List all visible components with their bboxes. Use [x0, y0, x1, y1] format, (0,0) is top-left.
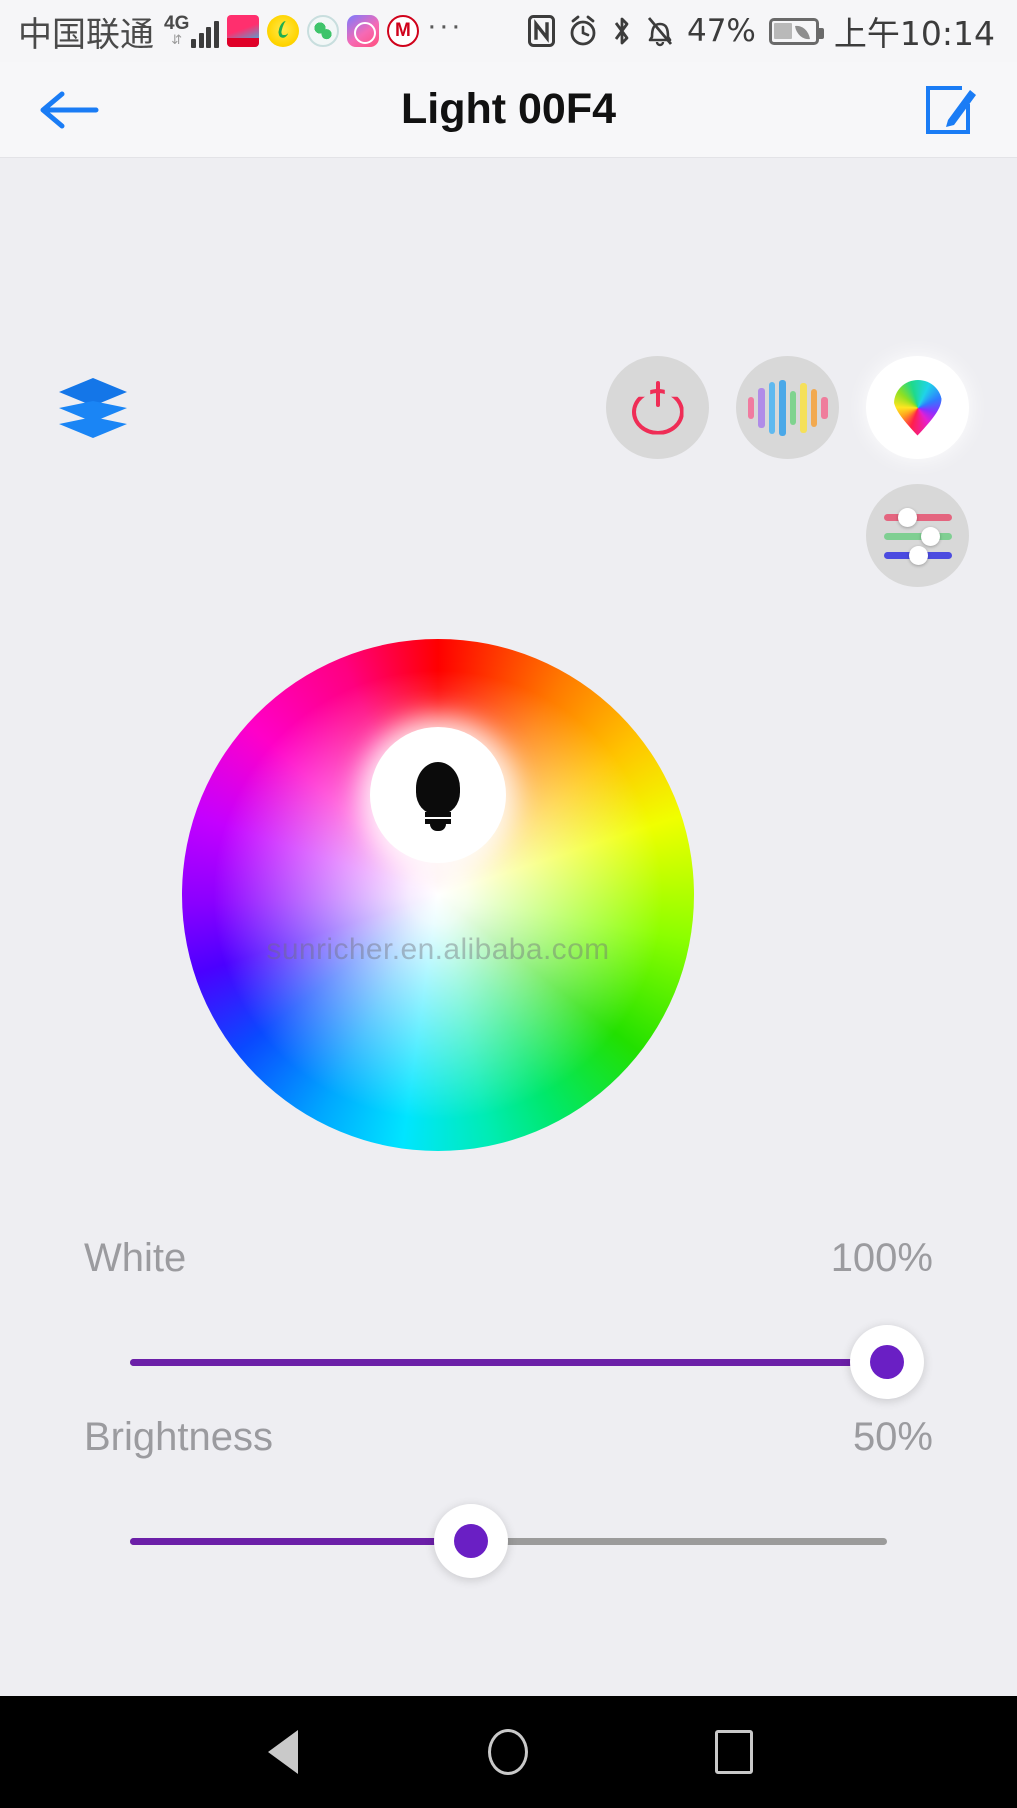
white-slider-block: White 100%	[0, 1236, 1017, 1399]
color-droplet-icon	[894, 380, 942, 436]
white-slider-header: White 100%	[0, 1236, 1017, 1281]
signal-bars-icon	[191, 18, 219, 48]
browser-app-icon	[306, 15, 339, 47]
edit-button[interactable]	[913, 75, 983, 145]
nav-home-button[interactable]	[468, 1712, 548, 1792]
battery-percent: 47%	[686, 13, 756, 49]
light-control-screen: 中国联通 4G ⇵ ···	[0, 0, 1017, 1808]
nav-recents-button[interactable]	[694, 1712, 774, 1792]
brightness-slider-block: Brightness 50%	[0, 1415, 1017, 1578]
music-mode-button[interactable]	[736, 356, 839, 459]
brightness-slider-header: Brightness 50%	[0, 1415, 1017, 1460]
network-traffic-arrows: ⇵	[171, 32, 183, 48]
white-slider-label: White	[84, 1236, 187, 1280]
nav-back-triangle-icon	[267, 1730, 298, 1774]
bluetooth-icon	[611, 15, 633, 47]
brightness-slider-label: Brightness	[84, 1415, 273, 1459]
page-title: Light 00F4	[400, 85, 617, 133]
layers-icon[interactable]	[57, 377, 129, 439]
video-app-icon	[226, 15, 259, 47]
clock-app-icon	[346, 15, 379, 47]
alarm-icon	[568, 15, 598, 47]
overflow-dots-icon: ···	[426, 9, 463, 42]
android-nav-bar	[0, 1696, 1017, 1808]
brightness-slider-fill	[130, 1537, 471, 1545]
silent-mode-icon	[646, 15, 674, 47]
nfc-icon	[527, 15, 555, 47]
power-saving-leaf-icon	[794, 23, 810, 41]
color-wheel-selector[interactable]	[370, 727, 506, 864]
status-bar-right: 47% 上午10:14	[527, 7, 995, 55]
white-slider-fill	[130, 1358, 887, 1366]
status-bar-clock: 上午10:14	[833, 14, 995, 53]
brightness-slider-knob[interactable]	[433, 1504, 508, 1578]
back-button[interactable]	[34, 75, 104, 145]
color-wheel-gradient[interactable]	[182, 639, 694, 1151]
color-mode-button[interactable]	[866, 356, 969, 459]
brightness-slider[interactable]	[130, 1504, 887, 1578]
back-arrow-icon	[40, 91, 99, 128]
network-indicator: 4G ⇵	[164, 14, 219, 48]
network-type-label: 4G ⇵	[164, 14, 189, 47]
brightness-slider-value: 50%	[852, 1415, 933, 1459]
status-bar: 中国联通 4G ⇵ ···	[0, 0, 1017, 62]
white-slider-value: 100%	[830, 1236, 933, 1280]
white-slider[interactable]	[130, 1325, 924, 1399]
bank-app-icon	[386, 15, 419, 47]
music-app-icon	[266, 15, 299, 47]
nav-home-circle-icon	[488, 1729, 529, 1775]
white-slider-knob[interactable]	[850, 1325, 924, 1399]
power-icon	[631, 380, 684, 435]
mode-button-row	[606, 356, 969, 459]
sliders-icon	[882, 507, 954, 565]
edit-pencil-icon	[926, 85, 976, 134]
nav-recents-square-icon	[715, 1730, 754, 1774]
color-wheel[interactable]: sunricher.en.alibaba.com	[182, 639, 694, 1151]
carrier-name: 中国联通	[18, 14, 154, 55]
equalizer-icon	[747, 378, 828, 438]
network-type-text: 4G	[164, 13, 190, 35]
status-bar-left: 中国联通 4G ⇵ ···	[18, 7, 463, 56]
rgb-settings-button[interactable]	[866, 484, 969, 587]
nav-back-button[interactable]	[243, 1712, 323, 1792]
power-mode-button[interactable]	[606, 356, 709, 459]
battery-icon	[768, 17, 824, 45]
app-bar: Light 00F4	[0, 62, 1017, 158]
main-content: sunricher.en.alibaba.com White 100% Brig…	[0, 158, 1017, 1696]
lightbulb-icon	[412, 762, 464, 832]
